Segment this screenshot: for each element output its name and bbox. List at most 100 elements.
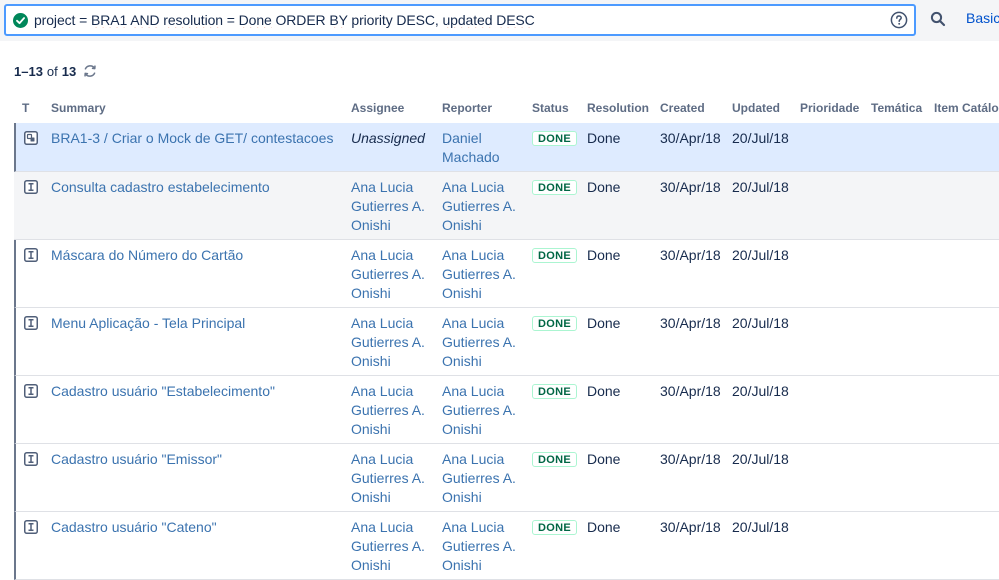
reporter-cell[interactable]: Ana Lucia Gutierres A. Onishi — [442, 178, 516, 235]
column-header-priority[interactable]: Prioridade — [800, 101, 859, 115]
assignee-cell[interactable]: Ana Lucia Gutierres A. Onishi — [351, 246, 425, 303]
assignee-name-line: Ana Lucia — [351, 179, 414, 195]
reporter-name-line: Gutierres A. — [442, 198, 516, 214]
assignee-name-line: Gutierres A. — [351, 402, 425, 418]
search-button[interactable] — [928, 9, 948, 29]
assignee-name-line: Onishi — [351, 217, 391, 233]
table-row[interactable]: Cadastro usuário "Estabelecimento" Ana L… — [14, 376, 999, 444]
assignee-name-line: Gutierres A. — [351, 334, 425, 350]
jql-query-text[interactable]: project = BRA1 AND resolution = Done ORD… — [34, 12, 890, 28]
assignee-cell: Unassigned — [351, 130, 425, 146]
table-row[interactable]: Máscara do Número do Cartão Ana Lucia Gut… — [14, 240, 999, 308]
reporter-cell[interactable]: Ana Lucia Gutierres A. Onishi — [442, 314, 516, 371]
resolution-cell: Done — [587, 247, 621, 263]
assignee-name-line: Gutierres A. — [351, 470, 425, 486]
column-header-created[interactable]: Created — [660, 101, 705, 115]
reporter-name-line: Onishi — [442, 217, 482, 233]
updated-cell: 20/Jul/18 — [732, 315, 789, 331]
reporter-name-line: Onishi — [442, 285, 482, 301]
reporter-name-line: Gutierres A. — [442, 470, 516, 486]
reporter-cell[interactable]: Daniel Machado — [442, 129, 500, 167]
reporter-name-line: Onishi — [442, 353, 482, 369]
created-cell: 30/Apr/18 — [660, 519, 721, 535]
reporter-name-line: Onishi — [442, 489, 482, 505]
updated-cell: 20/Jul/18 — [732, 179, 789, 195]
reporter-name-line: Ana Lucia — [442, 315, 505, 331]
reporter-name-line: Gutierres A. — [442, 266, 516, 282]
column-header-resolution[interactable]: Resolution — [587, 101, 649, 115]
results-count: 1–13 of 13 — [14, 63, 98, 79]
column-header-assignee[interactable]: Assignee — [351, 101, 404, 115]
table-row[interactable]: Cadastro usuário "Cateno" Ana Lucia Gutie… — [14, 512, 999, 580]
subtask-icon — [24, 131, 38, 145]
resolution-cell: Done — [587, 179, 621, 195]
issue-summary-link[interactable]: Criar o Mock de GET/ contestacoes — [112, 130, 334, 146]
assignee-name-line: Gutierres A. — [351, 538, 425, 554]
assignee-cell[interactable]: Ana Lucia Gutierres A. Onishi — [351, 178, 425, 235]
reporter-cell[interactable]: Ana Lucia Gutierres A. Onishi — [442, 450, 516, 507]
assignee-cell[interactable]: Ana Lucia Gutierres A. Onishi — [351, 450, 425, 507]
column-header-reporter[interactable]: Reporter — [442, 101, 492, 115]
resolution-cell: Done — [587, 519, 621, 535]
summary-separator: / — [100, 130, 112, 146]
column-header-summary[interactable]: Summary — [51, 101, 106, 115]
reporter-name-line: Gutierres A. — [442, 538, 516, 554]
status-badge: DONE — [532, 316, 577, 331]
table-row[interactable]: Menu Aplicação - Tela Principal Ana Luci… — [14, 308, 999, 376]
created-cell: 30/Apr/18 — [660, 315, 721, 331]
summary-cell: Cadastro usuário "Emissor" — [51, 450, 222, 469]
assignee-cell[interactable]: Ana Lucia Gutierres A. Onishi — [351, 518, 425, 575]
assignee-name-line: Gutierres A. — [351, 198, 425, 214]
reporter-name-line: Gutierres A. — [442, 402, 516, 418]
created-cell: 30/Apr/18 — [660, 383, 721, 399]
assignee-cell[interactable]: Ana Lucia Gutierres A. Onishi — [351, 382, 425, 439]
results-total: 13 — [61, 63, 77, 79]
status-badge: DONE — [532, 180, 577, 195]
question-circle-icon[interactable] — [890, 11, 908, 29]
issue-summary-link[interactable]: Cadastro usuário "Cateno" — [51, 519, 217, 535]
results-of: of — [46, 63, 58, 79]
refresh-icon[interactable] — [82, 63, 98, 79]
status-badge: DONE — [532, 452, 577, 467]
parent-issue-link[interactable]: BRA1-3 — [51, 130, 100, 146]
reporter-cell[interactable]: Ana Lucia Gutierres A. Onishi — [442, 518, 516, 575]
assignee-name-line: Onishi — [351, 353, 391, 369]
column-header-updated[interactable]: Updated — [732, 101, 780, 115]
assignee-name-line: Gutierres A. — [351, 266, 425, 282]
reporter-cell[interactable]: Ana Lucia Gutierres A. Onishi — [442, 246, 516, 303]
table-row[interactable]: Cadastro usuário "Emissor" Ana Lucia Guti… — [14, 444, 999, 512]
resolution-cell: Done — [587, 451, 621, 467]
issue-summary-link[interactable]: Cadastro usuário "Estabelecimento" — [51, 383, 275, 399]
check-circle-icon — [13, 12, 28, 28]
assignee-name-line: Onishi — [351, 421, 391, 437]
basic-search-link[interactable]: Basic — [966, 10, 999, 26]
reporter-name-line: Daniel — [442, 130, 482, 146]
story-icon — [24, 452, 38, 466]
assignee-cell[interactable]: Ana Lucia Gutierres A. Onishi — [351, 314, 425, 371]
assignee-name-line: Ana Lucia — [351, 519, 414, 535]
story-icon — [24, 248, 38, 262]
table-row[interactable]: BRA1-3 / Criar o Mock de GET/ contestaco… — [14, 123, 999, 172]
assignee-name-line: Ana Lucia — [351, 247, 414, 263]
issue-summary-link[interactable]: Menu Aplicação - Tela Principal — [51, 315, 245, 331]
jql-search-input[interactable]: project = BRA1 AND resolution = Done ORD… — [4, 4, 916, 36]
issue-summary-link[interactable]: Consulta cadastro estabelecimento — [51, 179, 270, 195]
updated-cell: 20/Jul/18 — [732, 451, 789, 467]
status-badge: DONE — [532, 520, 577, 535]
issue-table-header: T Summary Assignee Reporter Status Resol… — [0, 101, 999, 119]
column-header-status[interactable]: Status — [532, 101, 569, 115]
issue-summary-link[interactable]: Máscara do Número do Cartão — [51, 247, 243, 263]
column-header-type[interactable]: T — [22, 101, 29, 115]
column-header-item-catalog[interactable]: Item Catálog — [934, 101, 999, 115]
reporter-cell[interactable]: Ana Lucia Gutierres A. Onishi — [442, 382, 516, 439]
updated-cell: 20/Jul/18 — [732, 383, 789, 399]
created-cell: 30/Apr/18 — [660, 179, 721, 195]
table-row[interactable]: Consulta cadastro estabelecimento Ana Lu… — [14, 172, 999, 240]
resolution-cell: Done — [587, 130, 621, 146]
issue-summary-link[interactable]: Cadastro usuário "Emissor" — [51, 451, 222, 467]
story-icon — [24, 520, 38, 534]
reporter-name-line: Ana Lucia — [442, 247, 505, 263]
story-icon — [24, 384, 38, 398]
magnifier-icon — [930, 11, 946, 27]
column-header-tematica[interactable]: Temática — [871, 101, 922, 115]
